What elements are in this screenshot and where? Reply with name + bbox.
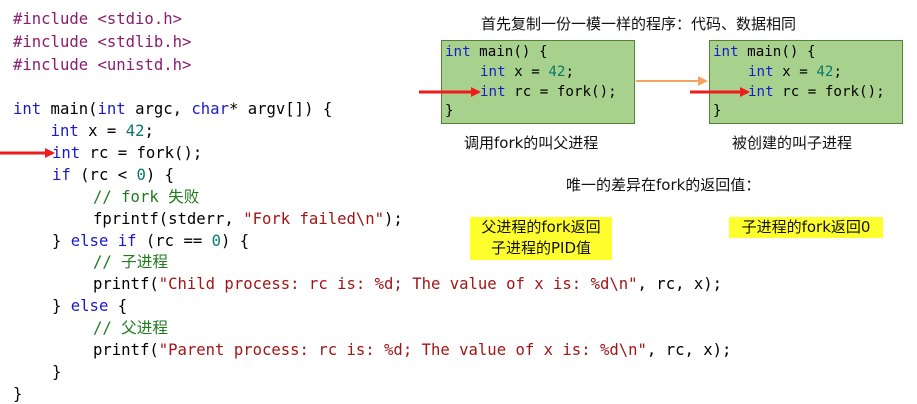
arrows-layer	[0, 76, 750, 158]
